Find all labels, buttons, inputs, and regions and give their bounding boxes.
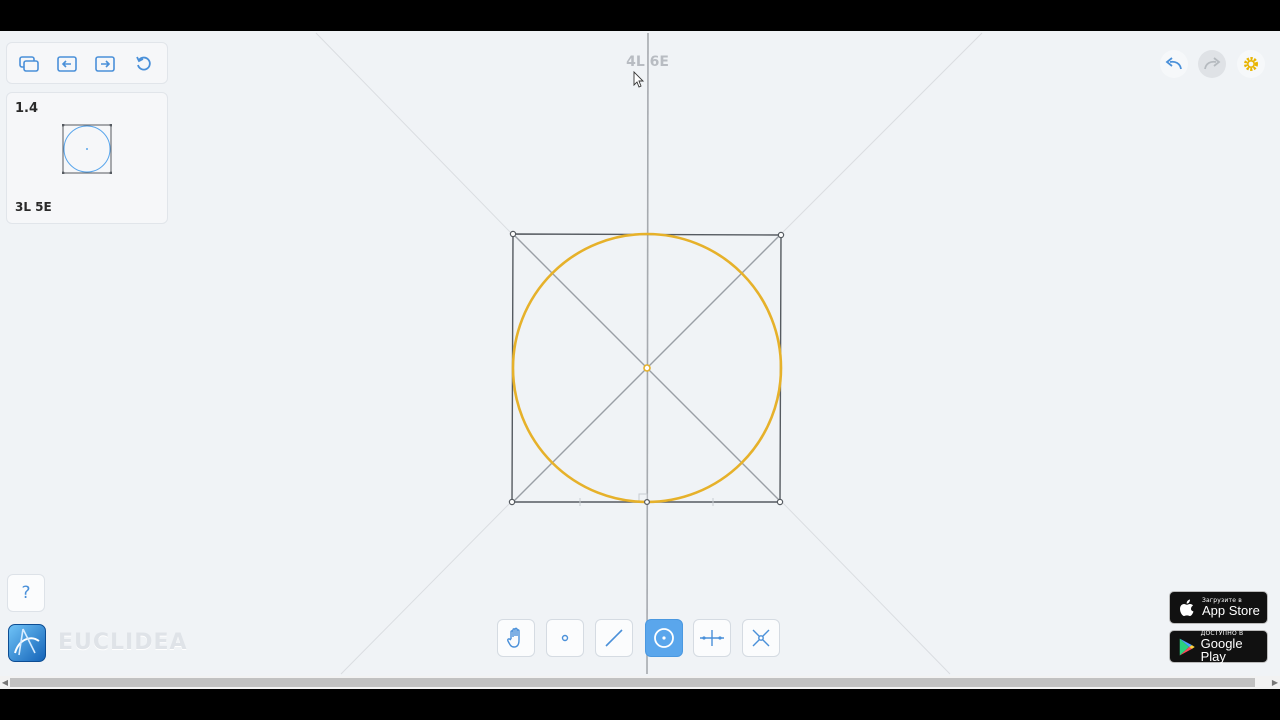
level-toolbar — [6, 42, 168, 84]
vertex-point[interactable] — [776, 498, 784, 506]
level-number: 1.4 — [15, 101, 39, 116]
diagonal-extension-line — [780, 500, 951, 675]
point-icon — [561, 634, 569, 642]
point-tool[interactable] — [546, 619, 584, 657]
compass-icon — [14, 628, 40, 656]
brand-name: EUCLIDEA — [58, 630, 188, 655]
google-play-badge[interactable]: ДОСТУПНО В Google Play — [1169, 630, 1268, 663]
perpendicular-bisector-icon — [700, 630, 724, 646]
next-level-icon[interactable] — [93, 52, 117, 76]
google-play-label: Google Play — [1200, 635, 1243, 664]
euclidea-logo — [8, 624, 46, 662]
circle-icon — [654, 628, 674, 648]
construction-board[interactable] — [0, 31, 1280, 676]
center-point[interactable] — [643, 364, 651, 372]
mouse-cursor-icon — [633, 70, 645, 88]
level-card[interactable]: 1.4 3L 5E — [6, 92, 168, 224]
line-icon — [605, 629, 623, 647]
intersect-tool[interactable] — [742, 619, 780, 657]
circle-tool[interactable] — [645, 619, 683, 657]
google-play-icon — [1179, 638, 1195, 655]
tangent-point[interactable] — [643, 499, 650, 506]
line-tool[interactable] — [595, 619, 633, 657]
level-thumbnail — [62, 124, 112, 174]
intersect-icon — [752, 629, 770, 647]
diagonal-extension-line — [315, 32, 513, 235]
previous-level-icon[interactable] — [55, 52, 79, 76]
scroll-right-icon[interactable]: ▶ — [1270, 676, 1280, 689]
diagonal-extension-line — [340, 500, 513, 675]
diagonal-extension-line — [780, 32, 983, 235]
move-tool[interactable] — [497, 619, 535, 657]
app-store-badge[interactable]: Загрузите в App Store — [1169, 591, 1268, 624]
restart-icon[interactable] — [132, 52, 156, 76]
help-button[interactable]: ? — [7, 574, 45, 612]
horizontal-scrollbar[interactable]: ◀ ▶ — [0, 676, 1280, 689]
vertex-point[interactable] — [509, 230, 517, 238]
layers-icon[interactable] — [17, 52, 41, 76]
hand-icon — [507, 627, 520, 648]
vertex-point[interactable] — [508, 498, 516, 506]
settings-icon[interactable] — [1237, 50, 1265, 78]
move-counter: 4L 6E — [626, 54, 669, 70]
undo-icon[interactable] — [1160, 50, 1188, 78]
level-stats: 3L 5E — [15, 200, 52, 214]
apple-icon — [1180, 599, 1194, 616]
vertical-bisector-line — [646, 32, 649, 675]
scroll-left-icon[interactable]: ◀ — [0, 676, 10, 689]
vertex-point[interactable] — [777, 231, 785, 239]
perpendicular-bisector-tool[interactable] — [693, 619, 731, 657]
app-store-label: App Store — [1202, 603, 1260, 618]
redo-icon[interactable] — [1198, 50, 1226, 78]
scrollbar-thumb[interactable] — [10, 678, 1255, 687]
euclidea-app: 1.4 3L 5E 4L 6E ? EUCLIDEA Загрузите в A… — [0, 31, 1280, 676]
